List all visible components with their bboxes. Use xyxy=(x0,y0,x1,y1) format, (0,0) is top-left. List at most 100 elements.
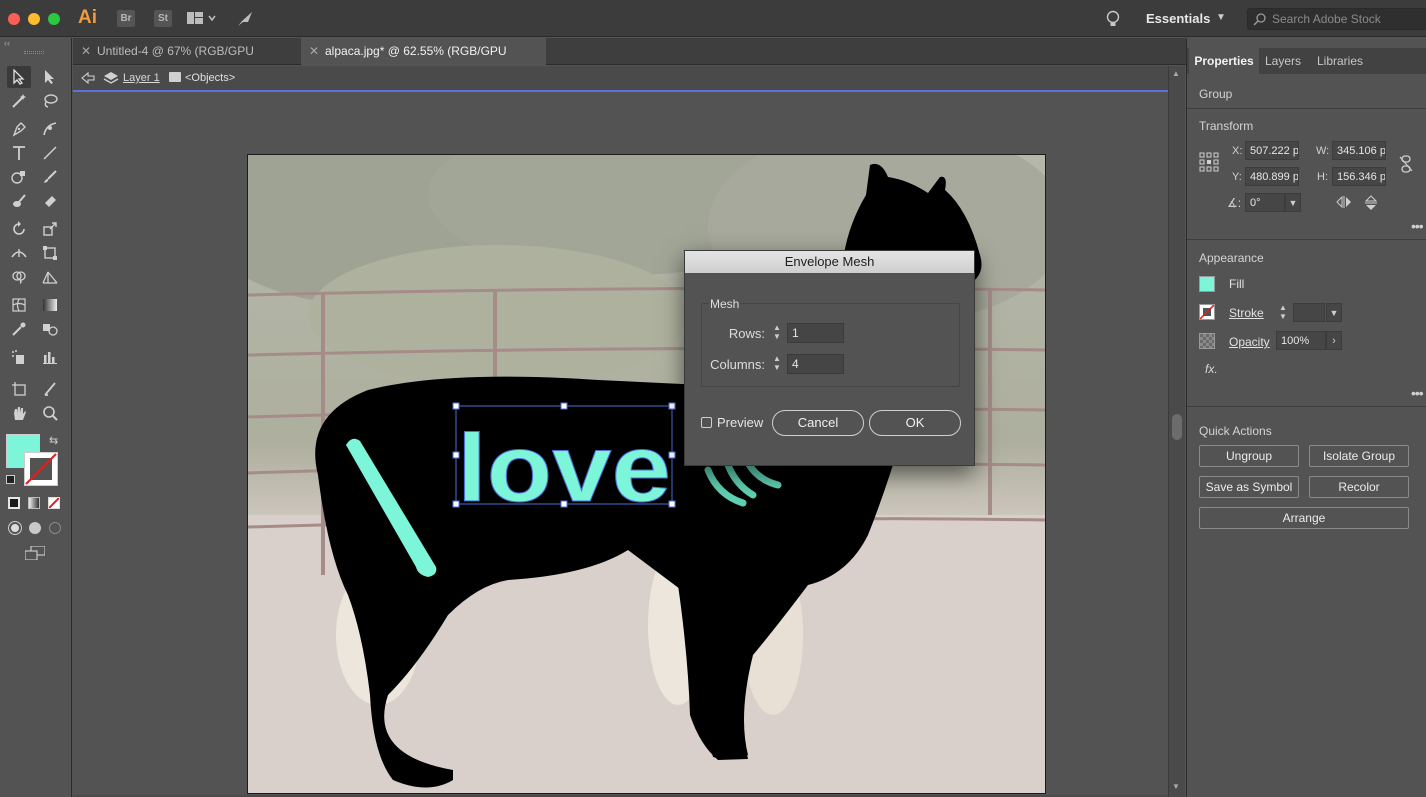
learn-lightbulb-icon[interactable] xyxy=(1106,10,1120,31)
pen-tool-icon[interactable] xyxy=(7,118,31,140)
close-tab-icon[interactable]: ✕ xyxy=(81,38,91,65)
bridge-button[interactable]: Br xyxy=(117,10,135,27)
scroll-thumb[interactable] xyxy=(1172,414,1182,440)
screen-mode-icon[interactable] xyxy=(24,545,46,563)
paintbrush-tool-icon[interactable] xyxy=(38,166,62,188)
dialog-title[interactable]: Envelope Mesh xyxy=(685,251,974,273)
panel-grip[interactable] xyxy=(24,51,44,54)
free-transform-tool-icon[interactable] xyxy=(38,242,62,264)
blend-tool-icon[interactable] xyxy=(38,318,62,340)
gradient-tool-icon[interactable] xyxy=(38,294,62,316)
zoom-window-button[interactable] xyxy=(48,13,60,25)
scroll-up-icon[interactable]: ▲ xyxy=(1172,69,1180,78)
preview-checkbox[interactable] xyxy=(701,417,712,428)
width-tool-icon[interactable] xyxy=(7,242,31,264)
chevron-down-icon[interactable]: ▼ xyxy=(1326,303,1342,322)
column-graph-tool-icon[interactable] xyxy=(38,346,62,368)
lasso-tool-icon[interactable] xyxy=(38,90,62,112)
blob-brush-tool-icon[interactable] xyxy=(7,190,31,212)
zoom-tool-icon[interactable] xyxy=(38,402,62,424)
back-arrow-icon[interactable] xyxy=(81,71,95,87)
columns-stepper[interactable]: ▲ ▼ xyxy=(771,354,783,374)
draw-behind-icon[interactable] xyxy=(29,522,41,534)
flip-horizontal-icon[interactable] xyxy=(1336,195,1352,211)
line-segment-tool-icon[interactable] xyxy=(38,142,62,164)
isolate-group-button[interactable]: Isolate Group xyxy=(1309,445,1409,467)
constrain-proportions-icon[interactable] xyxy=(1399,155,1413,176)
breadcrumb-layer[interactable]: Layer 1 xyxy=(123,72,160,84)
angle-input[interactable] xyxy=(1245,193,1285,212)
stroke-weight-input[interactable] xyxy=(1293,303,1325,322)
fill-swatch[interactable] xyxy=(1199,276,1215,292)
vertical-scrollbar[interactable]: ▲ ▼ xyxy=(1168,66,1185,797)
rows-input[interactable] xyxy=(787,323,844,343)
symbol-sprayer-tool-icon[interactable] xyxy=(7,346,31,368)
default-fill-stroke-icon[interactable] xyxy=(6,475,15,484)
search-input[interactable] xyxy=(1272,11,1422,27)
ok-button[interactable]: OK xyxy=(869,410,961,436)
close-window-button[interactable] xyxy=(8,13,20,25)
tab-alpaca[interactable]: ✕ alpaca.jpg* @ 62.55% (RGB/GPU Preview) xyxy=(301,38,546,85)
none-mode-icon[interactable] xyxy=(48,497,60,509)
chevron-right-icon[interactable]: › xyxy=(1326,331,1342,350)
color-mode-icon[interactable] xyxy=(8,497,20,509)
flip-vertical-icon[interactable] xyxy=(1364,195,1378,214)
swap-fill-stroke-icon[interactable]: ⇆ xyxy=(49,434,58,447)
save-as-symbol-button[interactable]: Save as Symbol xyxy=(1199,476,1299,498)
hand-tool-icon[interactable] xyxy=(7,402,31,424)
direct-selection-tool-icon[interactable] xyxy=(38,66,62,88)
mesh-tool-icon[interactable] xyxy=(7,294,31,316)
scale-tool-icon[interactable] xyxy=(38,218,62,240)
gradient-mode-icon[interactable] xyxy=(28,497,40,509)
close-tab-icon[interactable]: ✕ xyxy=(309,38,319,65)
tab-properties[interactable]: Properties xyxy=(1189,48,1259,74)
artboard-tool-icon[interactable] xyxy=(7,378,31,400)
share-rocket-icon[interactable] xyxy=(236,10,254,31)
y-input[interactable] xyxy=(1245,167,1299,186)
minimize-window-button[interactable] xyxy=(28,13,40,25)
shape-builder-tool-icon[interactable] xyxy=(7,266,31,288)
draw-inside-icon[interactable] xyxy=(49,522,61,534)
draw-normal-icon[interactable] xyxy=(9,522,21,534)
rows-stepper[interactable]: ▲ ▼ xyxy=(771,323,783,343)
stroke-color-swatch[interactable] xyxy=(24,452,58,486)
collapse-panel-icon[interactable]: ‹‹ xyxy=(4,38,10,48)
eyedropper-tool-icon[interactable] xyxy=(7,318,31,340)
arrange-documents-icon[interactable] xyxy=(187,11,217,28)
chevron-down-icon[interactable]: ▼ xyxy=(1216,12,1226,23)
scroll-down-icon[interactable]: ▼ xyxy=(1172,782,1180,791)
workspace-switcher[interactable]: Essentials xyxy=(1146,11,1210,26)
w-input[interactable] xyxy=(1332,141,1386,160)
h-input[interactable] xyxy=(1332,167,1386,186)
tab-libraries[interactable]: Libraries xyxy=(1311,48,1369,74)
reference-point-icon[interactable] xyxy=(1199,152,1219,175)
preview-label[interactable]: Preview xyxy=(717,415,763,430)
stock-button[interactable]: St xyxy=(154,10,172,27)
curvature-tool-icon[interactable] xyxy=(38,118,62,140)
stroke-weight-stepper[interactable]: ▲ ▼ xyxy=(1276,303,1290,323)
stroke-label[interactable]: Stroke xyxy=(1229,306,1264,320)
columns-input[interactable] xyxy=(787,354,844,374)
more-options-icon[interactable]: ••• xyxy=(1411,385,1424,401)
magic-wand-tool-icon[interactable] xyxy=(7,90,31,112)
x-input[interactable] xyxy=(1245,141,1299,160)
opacity-label[interactable]: Opacity xyxy=(1229,335,1270,349)
tab-layers[interactable]: Layers xyxy=(1261,48,1305,74)
cancel-button[interactable]: Cancel xyxy=(772,410,864,436)
love-text[interactable]: love xyxy=(457,415,672,523)
ungroup-button[interactable]: Ungroup xyxy=(1199,445,1299,467)
canvas-area[interactable]: love xyxy=(73,93,1168,797)
opacity-input[interactable] xyxy=(1276,331,1326,350)
slice-tool-icon[interactable] xyxy=(38,378,62,400)
eraser-tool-icon[interactable] xyxy=(38,190,62,212)
stroke-swatch[interactable] xyxy=(1199,304,1215,320)
perspective-grid-tool-icon[interactable] xyxy=(38,266,62,288)
stock-search-field[interactable] xyxy=(1247,8,1426,30)
tab-untitled-4[interactable]: ✕ Untitled-4 @ 67% (RGB/GPU Preview) xyxy=(73,38,299,85)
chevron-down-icon[interactable]: ▼ xyxy=(1285,193,1301,212)
rotate-tool-icon[interactable] xyxy=(7,218,31,240)
shaper-tool-icon[interactable] xyxy=(7,166,31,188)
more-options-icon[interactable]: ••• xyxy=(1411,218,1424,234)
type-tool-icon[interactable] xyxy=(7,142,31,164)
effects-fx-icon[interactable]: fx. xyxy=(1205,362,1218,376)
